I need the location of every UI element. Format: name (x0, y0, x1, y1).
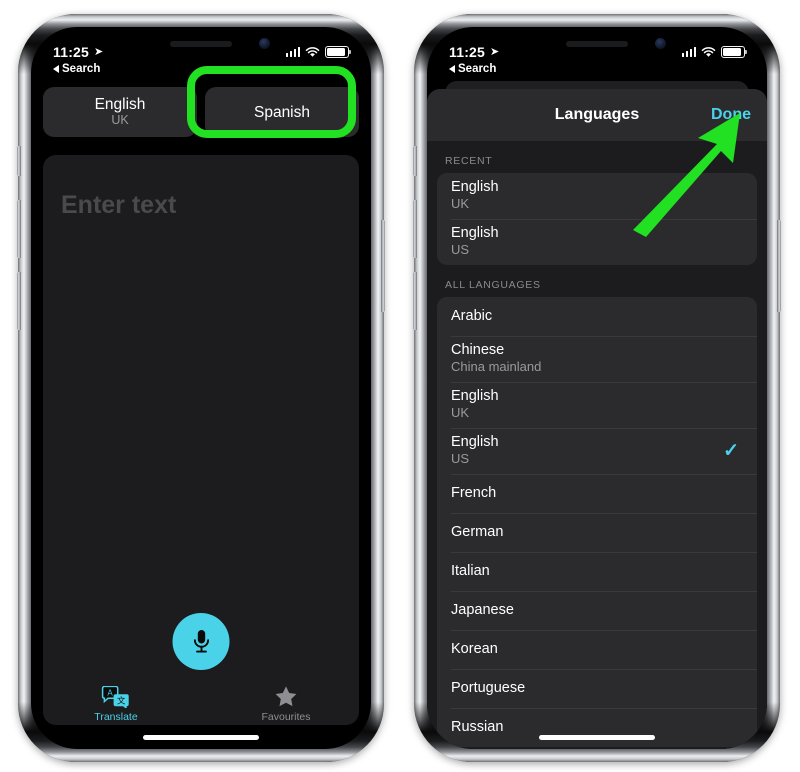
language-name: Arabic (451, 307, 493, 324)
sheet-body: RECENT English UK English US ALL LANGUAG… (427, 141, 767, 749)
list-item[interactable]: English US (437, 219, 757, 265)
list-item[interactable]: Italian (437, 552, 757, 591)
tab-bar: A 文 Translate Favourites (31, 671, 371, 723)
language-switcher: English UK Spanish (43, 87, 359, 137)
left-phone-screen: 11:25 ➤ Search English UK Spanish Enter … (31, 27, 371, 749)
list-item[interactable]: Portuguese (437, 669, 757, 708)
language-region: UK (451, 405, 470, 420)
list-item[interactable]: Japanese (437, 591, 757, 630)
tab-translate[interactable]: A 文 Translate (31, 671, 201, 723)
microphone-button[interactable] (172, 613, 230, 670)
back-to-search-link[interactable]: Search (449, 63, 496, 75)
checkmark-icon: ✓ (723, 440, 739, 462)
microphone-icon (193, 629, 209, 653)
cellular-bars-icon (681, 47, 696, 57)
tab-favourites[interactable]: Favourites (201, 671, 371, 723)
status-time: 11:25 (449, 44, 486, 60)
source-language-region: UK (111, 113, 129, 127)
screenshot-canvas: 11:25 ➤ Search English UK Spanish Enter … (0, 0, 800, 772)
language-name: English (451, 179, 499, 195)
battery-icon (721, 46, 748, 58)
source-language-button[interactable]: English UK (43, 87, 197, 137)
wifi-icon (701, 46, 716, 58)
home-indicator[interactable] (143, 735, 259, 740)
right-phone-device: 11:25 ➤ Search Languages Done RECENT Eng… (413, 14, 781, 762)
status-time: 11:25 (53, 44, 90, 60)
location-arrow-icon: ➤ (490, 45, 500, 58)
status-bar: 11:25 ➤ (31, 41, 371, 63)
list-item[interactable]: English UK (437, 382, 757, 428)
target-language-button[interactable]: Spanish (205, 87, 359, 137)
svg-text:A: A (107, 688, 113, 697)
language-name: English (451, 225, 499, 241)
status-indicators (681, 46, 748, 58)
back-chevron-icon (449, 65, 455, 73)
list-item[interactable]: Chinese China mainland (437, 336, 757, 382)
list-item[interactable]: Korean (437, 630, 757, 669)
list-item[interactable]: Russian (437, 708, 757, 747)
location-arrow-icon: ➤ (94, 45, 104, 58)
cellular-bars-icon (285, 47, 300, 57)
list-item[interactable]: Arabic (437, 297, 757, 336)
list-item[interactable]: English UK (437, 173, 757, 219)
wifi-icon (305, 46, 320, 58)
back-to-search-label: Search (62, 63, 101, 75)
language-name: English (451, 434, 499, 450)
language-name: German (451, 523, 504, 540)
star-icon (274, 684, 298, 708)
sheet-title: Languages (554, 106, 640, 123)
recent-language-group: English UK English US (437, 173, 757, 265)
language-region: US (451, 242, 470, 257)
enter-text-placeholder: Enter text (61, 191, 177, 219)
all-languages-group: Arabic Chinese China mainland English UK… (437, 297, 757, 747)
status-indicators (285, 46, 352, 58)
home-indicator[interactable] (539, 735, 655, 740)
volume-down-button[interactable] (413, 272, 417, 330)
language-name: English (451, 388, 499, 404)
silence-switch[interactable] (413, 146, 417, 176)
right-phone-screen: 11:25 ➤ Search Languages Done RECENT Eng… (427, 27, 767, 749)
list-item-selected[interactable]: English US ✓ (437, 428, 757, 474)
list-item[interactable]: German (437, 513, 757, 552)
list-item[interactable]: French (437, 474, 757, 513)
silence-switch[interactable] (17, 146, 21, 176)
tab-translate-label: Translate (94, 711, 138, 723)
language-name: Korean (451, 640, 498, 657)
language-name: Portuguese (451, 679, 526, 696)
status-bar: 11:25 ➤ (427, 41, 767, 63)
volume-up-button[interactable] (17, 200, 21, 258)
language-name: Italian (451, 562, 490, 579)
tab-favourites-label: Favourites (261, 711, 311, 723)
left-phone-device: 11:25 ➤ Search English UK Spanish Enter … (17, 14, 385, 762)
language-name: French (451, 484, 497, 501)
target-language-name: Spanish (253, 103, 310, 121)
language-region: China mainland (451, 359, 542, 374)
languages-sheet: Languages Done RECENT English UK English… (427, 89, 767, 749)
language-name: Chinese (451, 342, 505, 358)
sheet-header: Languages Done (427, 89, 767, 141)
translate-icon: A 文 (101, 684, 131, 708)
source-language-name: English (94, 96, 146, 113)
section-header-all-languages: ALL LANGUAGES (445, 279, 541, 291)
volume-down-button[interactable] (17, 272, 21, 330)
language-region: UK (451, 196, 470, 211)
battery-icon (325, 46, 352, 58)
power-button[interactable] (777, 220, 781, 312)
power-button[interactable] (381, 220, 385, 312)
back-to-search-label: Search (458, 63, 497, 75)
back-to-search-link[interactable]: Search (53, 63, 100, 75)
volume-up-button[interactable] (413, 200, 417, 258)
language-region: US (451, 451, 470, 466)
done-button[interactable]: Done (711, 106, 751, 124)
section-header-recent: RECENT (445, 155, 493, 167)
svg-text:文: 文 (117, 695, 126, 705)
back-chevron-icon (53, 65, 59, 73)
language-name: Russian (451, 718, 504, 735)
language-name: Japanese (451, 601, 514, 618)
